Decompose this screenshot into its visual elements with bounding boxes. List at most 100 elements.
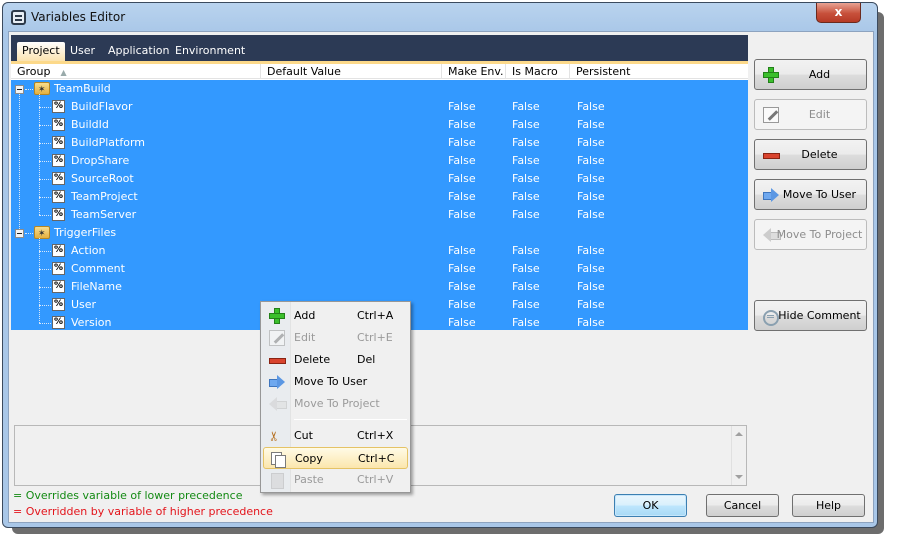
column-header-group[interactable]: Group ▲ [11, 64, 260, 79]
variable-icon: % [52, 298, 65, 311]
column-header-default-value[interactable]: Default Value [260, 64, 441, 79]
delete-button[interactable]: Delete [754, 139, 867, 170]
is-macro-cell: False [512, 154, 540, 167]
variable-icon: % [52, 172, 65, 185]
hide-comment-button[interactable]: Hide Comment [754, 300, 867, 331]
variable-row[interactable]: % TeamServer False False False [11, 206, 748, 224]
tree-line [19, 94, 20, 229]
group-row[interactable]: TriggerFiles [11, 224, 748, 243]
persistent-cell: False [577, 190, 605, 203]
variable-row[interactable]: % FileName False False False [11, 278, 748, 296]
variable-icon: % [52, 208, 65, 221]
tab-application[interactable]: Application [103, 42, 174, 61]
make-env-cell: False [448, 208, 476, 221]
variable-icon: % [52, 280, 65, 293]
menu-item-delete[interactable]: Delete Del [263, 349, 408, 371]
menu-item-paste[interactable]: Paste Ctrl+V [263, 469, 408, 491]
is-macro-cell: False [512, 280, 540, 293]
menu-item-add[interactable]: Add Ctrl+A [263, 305, 408, 327]
is-macro-cell: False [512, 118, 540, 131]
legend-overrides: = Overrides variable of lower precedence [13, 489, 243, 502]
close-button[interactable]: x [816, 3, 861, 23]
column-header-make-env[interactable]: Make Env. [441, 64, 505, 79]
persistent-cell: False [577, 262, 605, 275]
dialog-client: Project User Application Environment Gro… [8, 31, 874, 523]
delete-button-label: Delete [801, 148, 838, 161]
group-folder-icon [34, 225, 50, 243]
arrow-left-icon [269, 396, 287, 412]
variable-icon: % [52, 262, 65, 275]
edit-button-label: Edit [808, 108, 831, 121]
add-button[interactable]: Add [754, 59, 867, 90]
variable-row[interactable]: % SourceRoot False False False [11, 170, 748, 188]
variable-row[interactable]: % BuildId False False False [11, 116, 748, 134]
persistent-cell: False [577, 244, 605, 257]
variable-row[interactable]: % TeamProject False False False [11, 188, 748, 206]
menu-item-move-to-user[interactable]: Move To User [263, 371, 408, 393]
variable-name: User [71, 298, 97, 311]
menu-item-edit[interactable]: Edit Ctrl+E [263, 327, 408, 349]
column-header-is-macro[interactable]: Is Macro [505, 64, 569, 79]
variable-row[interactable]: % Comment False False False [11, 260, 748, 278]
tab-user[interactable]: User [65, 42, 100, 61]
variable-icon: % [52, 136, 65, 149]
sort-ascending-icon: ▲ [60, 68, 67, 77]
variables-editor-window: Variables Editor x Project User Applicat… [2, 2, 878, 528]
tree-line [25, 89, 33, 90]
variable-name: Action [71, 244, 106, 257]
collapse-icon[interactable] [15, 85, 24, 94]
menu-item-label: Add [294, 309, 316, 322]
ok-button[interactable]: OK [614, 494, 687, 517]
menu-item-shortcut: Ctrl+A [357, 309, 394, 322]
column-header-persistent[interactable]: Persistent [569, 64, 748, 79]
is-macro-cell: False [512, 208, 540, 221]
is-macro-cell: False [512, 316, 540, 329]
tree-line [39, 94, 40, 215]
copy-icon [270, 451, 286, 468]
variable-row[interactable]: % BuildPlatform False False False [11, 134, 748, 152]
variable-row[interactable]: % DropShare False False False [11, 152, 748, 170]
cancel-button[interactable]: Cancel [706, 494, 779, 517]
group-row[interactable]: TeamBuild [11, 80, 748, 99]
move-to-project-button[interactable]: Move To Project [754, 219, 867, 250]
collapse-icon[interactable] [15, 229, 24, 238]
variable-name: BuildPlatform [71, 136, 146, 149]
variable-row[interactable]: % Action False False False [11, 242, 748, 260]
scroll-up-arrow-icon[interactable] [735, 432, 743, 436]
context-menu: Add Ctrl+A Edit Ctrl+E Delete Del Move To User… [260, 301, 411, 493]
variable-row[interactable]: % BuildFlavor False False False [11, 98, 748, 116]
variable-name: SourceRoot [71, 172, 134, 185]
make-env-cell: False [448, 316, 476, 329]
tab-project[interactable]: Project [17, 42, 65, 61]
tab-environment[interactable]: Environment [170, 42, 250, 61]
plus-icon [269, 308, 285, 324]
variable-icon: % [52, 316, 65, 329]
persistent-cell: False [577, 172, 605, 185]
make-env-cell: False [448, 298, 476, 311]
menu-item-move-to-project[interactable]: Move To Project [263, 393, 408, 415]
variables-grid[interactable]: Group ▲ Default Value Make Env. Is Macro … [11, 64, 748, 330]
app-icon [11, 10, 26, 25]
tree-line [39, 215, 51, 216]
persistent-cell: False [577, 136, 605, 149]
comment-scrollbar[interactable] [731, 426, 746, 485]
edit-button[interactable]: Edit [754, 99, 867, 130]
menu-item-shortcut: Ctrl+V [357, 473, 394, 486]
menu-item-shortcut: Del [357, 353, 376, 366]
move-to-user-button[interactable]: Move To User [754, 179, 867, 210]
scroll-down-arrow-icon[interactable] [735, 475, 743, 479]
help-button[interactable]: Help [792, 494, 865, 517]
title-bar[interactable]: Variables Editor x [3, 3, 877, 31]
make-env-cell: False [448, 136, 476, 149]
menu-item-label: Delete [294, 353, 331, 366]
variable-icon: % [52, 154, 65, 167]
persistent-cell: False [577, 298, 605, 311]
variable-icon: % [52, 244, 65, 257]
menu-item-cut[interactable]: Cut Ctrl+X [263, 425, 408, 447]
tree-line [39, 238, 40, 323]
variable-icon: % [52, 100, 65, 113]
make-env-cell: False [448, 118, 476, 131]
menu-item-copy[interactable]: Copy Ctrl+C [263, 447, 408, 469]
scissors-icon [269, 428, 285, 444]
is-macro-cell: False [512, 262, 540, 275]
